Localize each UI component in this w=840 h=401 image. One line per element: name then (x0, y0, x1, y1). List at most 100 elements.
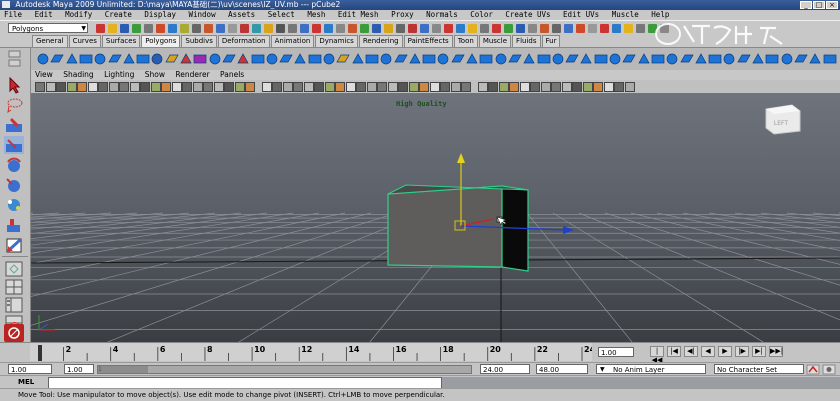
status-line-tool-icon[interactable] (288, 24, 297, 33)
status-line-tool-icon[interactable] (444, 24, 453, 33)
polygon-shelf-tool-icon[interactable] (393, 53, 408, 65)
polygon-shelf-tool-icon[interactable] (565, 53, 579, 65)
tab-subdivs[interactable]: Subdivs (181, 35, 217, 47)
panel-menu-view[interactable]: View (35, 70, 53, 79)
panel-toolbar-icon[interactable] (488, 82, 498, 92)
polygon-shelf-tool-icon[interactable] (522, 53, 536, 65)
tab-painteffects[interactable]: PaintEffects (403, 35, 453, 47)
tab-deformation[interactable]: Deformation (217, 35, 270, 47)
time-ruler[interactable]: 24681012141618202224 (30, 343, 592, 361)
status-line-tool-icon[interactable] (432, 24, 441, 33)
panel-toolbar-icon[interactable] (398, 82, 408, 92)
panel-toolbar-icon[interactable] (203, 82, 213, 92)
menu-modify[interactable]: Modify (65, 10, 92, 19)
character-set-dropdown[interactable]: No Character Set (714, 364, 804, 374)
polygon-shelf-tool-icon[interactable] (265, 53, 279, 65)
polygon-shelf-tool-icon[interactable] (823, 53, 837, 65)
menu-color[interactable]: Color (470, 10, 493, 19)
panel-menu-lighting[interactable]: Lighting (104, 70, 134, 79)
mel-label[interactable]: MEL (18, 378, 34, 386)
polygon-shelf-tool-icon[interactable] (165, 53, 179, 65)
status-line-tool-icon[interactable] (276, 24, 285, 33)
panel-toolbar-icon[interactable] (224, 82, 234, 92)
panel-toolbar-icon[interactable] (582, 82, 593, 92)
panel-toolbar-icon[interactable] (66, 82, 77, 92)
polygon-shelf-tool-icon[interactable] (722, 53, 736, 65)
panel-menu-show[interactable]: Show (145, 70, 165, 79)
polygon-shelf-tool-icon[interactable] (694, 53, 708, 65)
polygon-shelf-tool-icon[interactable] (308, 53, 322, 65)
panel-toolbar-icon[interactable] (303, 82, 314, 92)
status-line-tool-icon[interactable] (228, 24, 237, 33)
polygon-shelf-tool-icon[interactable] (794, 53, 808, 65)
polygon-shelf-tool-icon[interactable] (122, 53, 136, 65)
menu-set-dropdown[interactable]: Polygons ▼ (8, 23, 88, 33)
panel-toolbar-icon[interactable] (440, 82, 450, 92)
polygon-shelf-tool-icon[interactable] (50, 53, 64, 65)
character-key-icon[interactable] (806, 364, 820, 375)
polygon-shelf-tool-icon[interactable] (608, 53, 622, 65)
status-line-tool-icon[interactable] (612, 24, 621, 33)
menu-file[interactable]: File (4, 10, 22, 19)
range-handle[interactable]: 1 (98, 366, 148, 373)
polygon-shelf-tool-icon[interactable] (651, 53, 665, 65)
status-line-tool-icon[interactable] (504, 24, 513, 33)
menu-normals[interactable]: Normals (426, 10, 458, 19)
panel-toolbar-icon[interactable] (140, 82, 150, 92)
step-back-frame-button[interactable]: |◀ (667, 346, 681, 357)
status-line-tool-icon[interactable] (384, 24, 393, 33)
status-line-tool-icon[interactable] (576, 24, 585, 33)
tab-dynamics[interactable]: Dynamics (315, 35, 358, 47)
polygon-shelf-tool-icon[interactable] (408, 53, 422, 65)
polygon-shelf-tool-icon[interactable] (365, 53, 379, 65)
status-line-tool-icon[interactable] (180, 24, 189, 33)
polygon-shelf-tool-icon[interactable] (679, 53, 694, 65)
panel-menu-shading[interactable]: Shading (63, 70, 93, 79)
panel-toolbar-icon[interactable] (387, 82, 398, 92)
status-line-tool-icon[interactable] (216, 24, 225, 33)
tab-curves[interactable]: Curves (68, 35, 101, 47)
go-to-start-button[interactable]: |◀◀ (650, 346, 664, 364)
panel-toolbar-icon[interactable] (603, 82, 614, 92)
tab-surfaces[interactable]: Surfaces (101, 35, 141, 47)
status-line-tool-icon[interactable] (132, 24, 141, 33)
polygon-shelf-tool-icon[interactable] (451, 53, 465, 65)
status-line-tool-icon[interactable] (300, 24, 309, 33)
panel-toolbar-icon[interactable] (377, 82, 387, 92)
panel-toolbar-icon[interactable] (509, 82, 519, 92)
polygon-shelf-tool-icon[interactable] (780, 53, 794, 65)
status-line-tool-icon[interactable] (480, 24, 489, 33)
panel-toolbar-icon[interactable] (572, 82, 582, 92)
shelf-menu-icon[interactable] (0, 48, 30, 70)
status-line-tool-icon[interactable] (372, 24, 381, 33)
step-back-key-button[interactable]: ◀| (684, 346, 698, 357)
status-line-tool-icon[interactable] (312, 24, 321, 33)
polygon-shelf-tool-icon[interactable] (465, 53, 479, 65)
menu-edit[interactable]: Edit (35, 10, 53, 19)
menu-help[interactable]: Help (651, 10, 669, 19)
tab-rendering[interactable]: Rendering (358, 35, 403, 47)
panel-toolbar-icon[interactable] (282, 82, 293, 92)
play-forwards-button[interactable]: ▶ (718, 346, 732, 357)
outliner-layout-icon[interactable] (4, 296, 24, 314)
tab-polygons[interactable]: Polygons (141, 35, 181, 47)
polygon-shelf-tool-icon[interactable] (251, 53, 265, 65)
range-bar[interactable]: 1 (97, 365, 472, 374)
status-line-tool-icon[interactable] (456, 24, 465, 33)
panel-toolbar-icon[interactable] (614, 82, 624, 92)
move-tool-icon[interactable] (4, 136, 24, 154)
rotate-tool-icon[interactable] (4, 156, 24, 174)
panel-toolbar-icon[interactable] (551, 82, 561, 92)
status-line-tool-icon[interactable] (336, 24, 345, 33)
status-line-tool-icon[interactable] (252, 24, 261, 33)
preferences-icon[interactable] (822, 364, 836, 375)
panel-toolbar-icon[interactable] (108, 82, 119, 92)
show-manipulator-tool-icon[interactable] (4, 216, 24, 234)
panel-toolbar-icon[interactable] (56, 82, 66, 92)
polygon-shelf-tool-icon[interactable] (93, 53, 107, 65)
panel-toolbar-icon[interactable] (530, 82, 540, 92)
panel-toolbar-icon[interactable] (192, 82, 203, 92)
tab-muscle[interactable]: Muscle (478, 35, 512, 47)
polygon-shelf-tool-icon[interactable] (765, 53, 779, 65)
status-line-tool-icon[interactable] (420, 24, 429, 33)
